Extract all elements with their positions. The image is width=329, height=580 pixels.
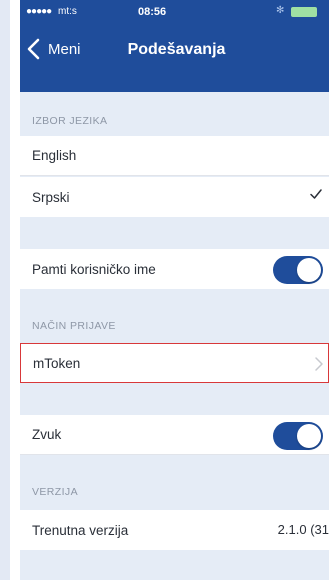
remember-username-row: Pamti korisničko ime [20, 249, 329, 289]
version-row: Trenutna verzija 2.1.0 (31 [20, 510, 329, 550]
toggle-knob [297, 424, 321, 448]
sound-toggle[interactable] [273, 422, 323, 450]
checkmark-icon [310, 189, 322, 199]
section-header-version: VERZIJA [32, 486, 78, 498]
clock: 08:56 [138, 6, 167, 18]
language-option-label: English [32, 148, 77, 163]
app-header: ●●●●● mt:s 08:56 ✻ Meni Podešavanja [20, 0, 329, 92]
remember-username-label: Pamti korisničko ime [32, 261, 156, 277]
remember-username-toggle[interactable] [273, 256, 323, 284]
battery-icon [291, 7, 317, 17]
sound-label: Zvuk [32, 427, 62, 442]
version-value: 2.1.0 (31 [277, 522, 329, 537]
status-bar: ●●●●● mt:s 08:56 ✻ [20, 0, 329, 26]
language-option-english[interactable]: English [20, 136, 329, 176]
page-title: Podešavanja [127, 41, 226, 58]
background-strip [0, 0, 10, 580]
sound-row: Zvuk [20, 415, 329, 455]
section-header-language: IZBOR JEZIKA [32, 115, 108, 127]
chevron-right-icon [315, 357, 323, 371]
carrier-label: mt:s [58, 6, 77, 17]
language-option-label: Srpski [32, 189, 70, 205]
section-header-login-method: NAČIN PRIJAVE [32, 320, 116, 332]
toggle-knob [297, 258, 321, 282]
settings-screen: ●●●●● mt:s 08:56 ✻ Meni Podešavanja IZBO… [20, 0, 329, 580]
language-option-srpski[interactable]: Srpski [20, 177, 329, 217]
login-method-row[interactable]: mToken [20, 343, 329, 383]
version-label: Trenutna verzija [32, 522, 129, 538]
signal-strength-icon: ●●●●● [26, 6, 52, 17]
login-method-label: mToken [33, 355, 81, 371]
navigation-bar: Meni Podešavanja [20, 26, 329, 80]
bluetooth-icon: ✻ [276, 5, 285, 16]
